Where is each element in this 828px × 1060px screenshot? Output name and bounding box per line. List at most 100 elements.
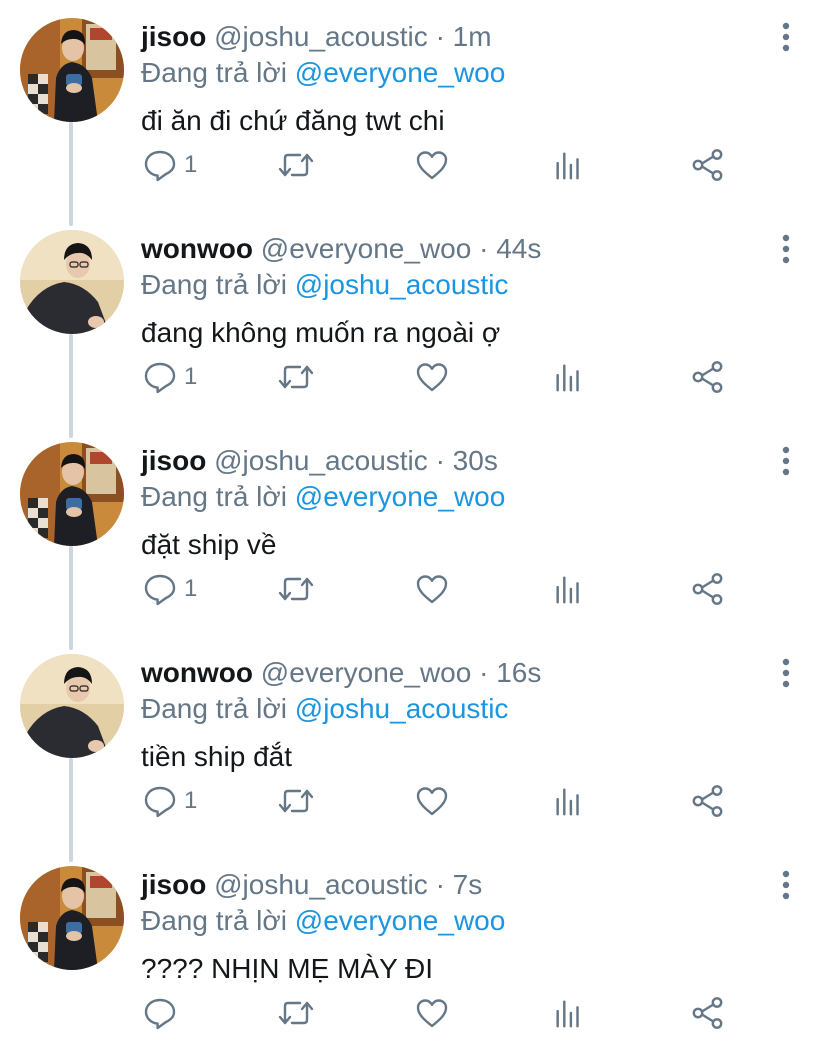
timestamp[interactable]: 7s bbox=[453, 869, 483, 900]
replying-to: Đang trả lời @everyone_woo bbox=[141, 56, 505, 90]
tweet-text: đi ăn đi chứ đăng twt chi bbox=[141, 105, 445, 136]
share-icon bbox=[690, 995, 726, 1031]
share-icon bbox=[690, 783, 726, 819]
reply-button[interactable]: 1 bbox=[142, 569, 197, 609]
retweet-icon bbox=[276, 571, 316, 607]
timestamp[interactable]: 16s bbox=[496, 657, 541, 688]
reply-button[interactable]: 1 bbox=[142, 357, 197, 397]
replying-prefix: Đang trả lời bbox=[141, 905, 287, 936]
display-name[interactable]: jisoo bbox=[141, 21, 206, 52]
retweet-button[interactable] bbox=[276, 993, 316, 1033]
reply-icon bbox=[142, 147, 178, 183]
tweet-text: đặt ship về bbox=[141, 529, 277, 560]
action-bar: 1 bbox=[0, 781, 828, 821]
tweet-header: jisoo @joshu_acoustic · 1m bbox=[141, 20, 492, 54]
replying-to: Đang trả lời @everyone_woo bbox=[141, 904, 505, 938]
avatar[interactable] bbox=[20, 866, 124, 970]
mention-link[interactable]: @everyone_woo bbox=[295, 905, 506, 936]
user-handle[interactable]: @joshu_acoustic bbox=[214, 21, 428, 52]
separator-dot: · bbox=[435, 21, 445, 52]
timestamp[interactable]: 1m bbox=[453, 21, 492, 52]
display-name[interactable]: wonwoo bbox=[141, 233, 253, 264]
analytics-icon bbox=[552, 783, 586, 819]
user-handle[interactable]: @everyone_woo bbox=[261, 657, 472, 688]
analytics-icon bbox=[552, 147, 586, 183]
like-icon bbox=[414, 359, 450, 395]
user-handle[interactable]: @joshu_acoustic bbox=[214, 869, 428, 900]
replying-prefix: Đang trả lời bbox=[141, 693, 287, 724]
share-button[interactable] bbox=[690, 993, 726, 1033]
reply-icon bbox=[142, 571, 178, 607]
tweet[interactable]: jisoo @joshu_acoustic · 1m Đang trả lời … bbox=[0, 0, 828, 226]
like-button[interactable] bbox=[414, 569, 450, 609]
analytics-button[interactable] bbox=[552, 145, 586, 185]
analytics-button[interactable] bbox=[552, 357, 586, 397]
separator-dot: · bbox=[479, 657, 489, 688]
share-icon bbox=[690, 571, 726, 607]
more-options-icon[interactable] bbox=[774, 868, 798, 902]
replying-prefix: Đang trả lời bbox=[141, 57, 287, 88]
display-name[interactable]: wonwoo bbox=[141, 657, 253, 688]
share-button[interactable] bbox=[690, 569, 726, 609]
tweet-text: tiền ship đắt bbox=[141, 741, 292, 772]
analytics-button[interactable] bbox=[552, 781, 586, 821]
timestamp[interactable]: 30s bbox=[453, 445, 498, 476]
retweet-button[interactable] bbox=[276, 781, 316, 821]
replying-prefix: Đang trả lời bbox=[141, 269, 287, 300]
retweet-button[interactable] bbox=[276, 357, 316, 397]
separator-dot: · bbox=[435, 869, 445, 900]
share-button[interactable] bbox=[690, 145, 726, 185]
reply-button[interactable]: 1 bbox=[142, 145, 197, 185]
like-button[interactable] bbox=[414, 357, 450, 397]
like-button[interactable] bbox=[414, 781, 450, 821]
reply-button[interactable] bbox=[142, 993, 184, 1033]
replying-to: Đang trả lời @joshu_acoustic bbox=[141, 268, 508, 302]
retweet-button[interactable] bbox=[276, 145, 316, 185]
like-icon bbox=[414, 147, 450, 183]
analytics-icon bbox=[552, 359, 586, 395]
retweet-icon bbox=[276, 783, 316, 819]
mention-link[interactable]: @joshu_acoustic bbox=[295, 693, 509, 724]
analytics-button[interactable] bbox=[552, 569, 586, 609]
replying-prefix: Đang trả lời bbox=[141, 481, 287, 512]
retweet-button[interactable] bbox=[276, 569, 316, 609]
display-name[interactable]: jisoo bbox=[141, 869, 206, 900]
share-button[interactable] bbox=[690, 781, 726, 821]
analytics-button[interactable] bbox=[552, 993, 586, 1033]
avatar[interactable] bbox=[20, 18, 124, 122]
action-bar bbox=[0, 993, 828, 1033]
more-options-icon[interactable] bbox=[774, 444, 798, 478]
action-bar: 1 bbox=[0, 145, 828, 185]
more-options-icon[interactable] bbox=[774, 656, 798, 690]
tweet[interactable]: jisoo @joshu_acoustic · 7s Đang trả lời … bbox=[0, 848, 828, 1060]
like-icon bbox=[414, 571, 450, 607]
more-options-icon[interactable] bbox=[774, 232, 798, 266]
share-icon bbox=[690, 147, 726, 183]
timestamp[interactable]: 44s bbox=[496, 233, 541, 264]
share-button[interactable] bbox=[690, 357, 726, 397]
tweet-header: wonwoo @everyone_woo · 44s bbox=[141, 232, 541, 266]
user-handle[interactable]: @joshu_acoustic bbox=[214, 445, 428, 476]
tweet[interactable]: wonwoo @everyone_woo · 44s Đang trả lời … bbox=[0, 212, 828, 438]
mention-link[interactable]: @joshu_acoustic bbox=[295, 269, 509, 300]
like-icon bbox=[414, 995, 450, 1031]
like-button[interactable] bbox=[414, 145, 450, 185]
tweet-header: jisoo @joshu_acoustic · 7s bbox=[141, 868, 482, 902]
avatar[interactable] bbox=[20, 654, 124, 758]
more-options-icon[interactable] bbox=[774, 20, 798, 54]
user-handle[interactable]: @everyone_woo bbox=[261, 233, 472, 264]
mention-link[interactable]: @everyone_woo bbox=[295, 481, 506, 512]
retweet-icon bbox=[276, 147, 316, 183]
avatar[interactable] bbox=[20, 442, 124, 546]
reply-icon bbox=[142, 995, 178, 1031]
avatar[interactable] bbox=[20, 230, 124, 334]
mention-link[interactable]: @everyone_woo bbox=[295, 57, 506, 88]
tweet[interactable]: wonwoo @everyone_woo · 16s Đang trả lời … bbox=[0, 636, 828, 862]
tweet-text: đang không muốn ra ngoài ợ bbox=[141, 317, 501, 348]
replying-to: Đang trả lời @everyone_woo bbox=[141, 480, 505, 514]
reply-button[interactable]: 1 bbox=[142, 781, 197, 821]
display-name[interactable]: jisoo bbox=[141, 445, 206, 476]
action-bar: 1 bbox=[0, 569, 828, 609]
like-button[interactable] bbox=[414, 993, 450, 1033]
tweet[interactable]: jisoo @joshu_acoustic · 30s Đang trả lời… bbox=[0, 424, 828, 650]
